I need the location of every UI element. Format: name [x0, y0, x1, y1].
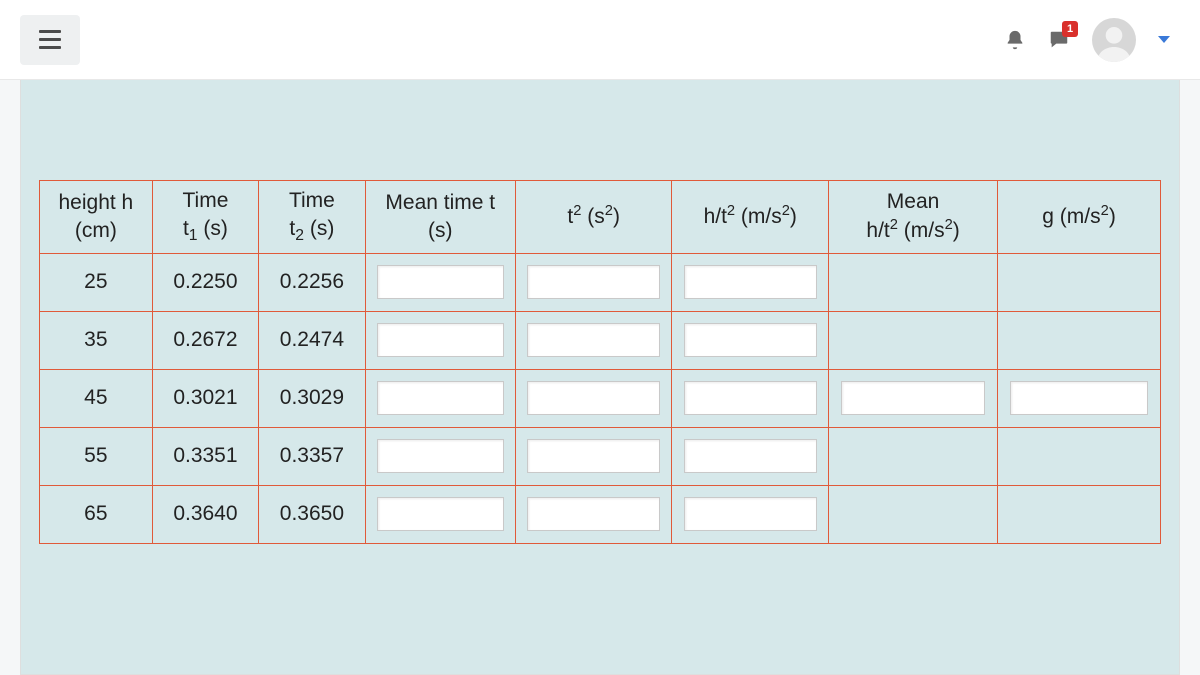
h-over-t2-cell — [672, 369, 829, 427]
mean-t-cell — [365, 311, 515, 369]
mean-t-input[interactable] — [377, 265, 504, 299]
cell-t1: 0.3351 — [152, 427, 258, 485]
cell-height: 65 — [40, 485, 153, 543]
mean-t-input[interactable] — [377, 381, 504, 415]
t-squared-cell — [515, 369, 672, 427]
g-cell — [998, 253, 1161, 311]
mean-t-cell — [365, 485, 515, 543]
content-wrap: height h(cm) Timet1 (s) Timet2 (s) Mean … — [0, 80, 1200, 675]
cell-t1: 0.3021 — [152, 369, 258, 427]
h-over-t2-cell — [672, 311, 829, 369]
cell-t2: 0.3357 — [259, 427, 365, 485]
mean-t-input[interactable] — [377, 439, 504, 473]
messages-button[interactable]: 1 — [1048, 29, 1070, 51]
mean-h-over-t2-cell — [829, 485, 998, 543]
mean-h-over-t2-input[interactable] — [841, 381, 985, 415]
cell-t2: 0.3029 — [259, 369, 365, 427]
topbar-right: 1 — [1004, 18, 1170, 62]
menu-button[interactable] — [20, 15, 80, 65]
h-over-t2-cell — [672, 485, 829, 543]
mean-t-cell — [365, 253, 515, 311]
g-cell — [998, 485, 1161, 543]
mean-h-over-t2-cell — [829, 369, 998, 427]
g-cell — [998, 369, 1161, 427]
cell-t2: 0.2474 — [259, 311, 365, 369]
table-header-row: height h(cm) Timet1 (s) Timet2 (s) Mean … — [40, 181, 1161, 254]
h-over-t2-cell — [672, 253, 829, 311]
mean-h-over-t2-cell — [829, 253, 998, 311]
t-squared-cell — [515, 485, 672, 543]
header-height: height h(cm) — [40, 181, 153, 254]
header-h-over-t2: h/t2 (m/s2) — [672, 181, 829, 254]
data-table: height h(cm) Timet1 (s) Timet2 (s) Mean … — [39, 180, 1161, 544]
mean-t-input[interactable] — [377, 497, 504, 531]
cell-height: 35 — [40, 311, 153, 369]
t-squared-cell — [515, 311, 672, 369]
t-squared-input[interactable] — [527, 381, 660, 415]
header-t-squared: t2 (s2) — [515, 181, 672, 254]
user-menu-caret[interactable] — [1158, 36, 1170, 43]
bell-icon — [1004, 29, 1026, 51]
header-mean-h-over-t2: Meanh/t2 (m/s2) — [829, 181, 998, 254]
t-squared-input[interactable] — [527, 323, 660, 357]
mean-h-over-t2-cell — [829, 311, 998, 369]
header-mean-t: Mean time t(s) — [365, 181, 515, 254]
h-over-t2-input[interactable] — [684, 323, 817, 357]
topbar: 1 — [0, 0, 1200, 80]
cell-height: 45 — [40, 369, 153, 427]
mean-h-over-t2-cell — [829, 427, 998, 485]
cell-t2: 0.3650 — [259, 485, 365, 543]
header-g: g (m/s2) — [998, 181, 1161, 254]
cell-height: 25 — [40, 253, 153, 311]
header-t2: Timet2 (s) — [259, 181, 365, 254]
t-squared-input[interactable] — [527, 265, 660, 299]
g-cell — [998, 427, 1161, 485]
t-squared-input[interactable] — [527, 497, 660, 531]
h-over-t2-input[interactable] — [684, 497, 817, 531]
mean-t-cell — [365, 427, 515, 485]
table-row: 550.33510.3357 — [40, 427, 1161, 485]
g-input[interactable] — [1010, 381, 1149, 415]
header-t1: Timet1 (s) — [152, 181, 258, 254]
t-squared-cell — [515, 253, 672, 311]
cell-t1: 0.2672 — [152, 311, 258, 369]
table-row: 650.36400.3650 — [40, 485, 1161, 543]
user-icon — [1094, 22, 1134, 62]
h-over-t2-input[interactable] — [684, 439, 817, 473]
hamburger-icon — [39, 30, 61, 49]
table-row: 250.22500.2256 — [40, 253, 1161, 311]
mean-t-cell — [365, 369, 515, 427]
cell-t2: 0.2256 — [259, 253, 365, 311]
t-squared-input[interactable] — [527, 439, 660, 473]
content-panel: height h(cm) Timet1 (s) Timet2 (s) Mean … — [20, 80, 1180, 675]
h-over-t2-input[interactable] — [684, 381, 817, 415]
table-row: 350.26720.2474 — [40, 311, 1161, 369]
table-row: 450.30210.3029 — [40, 369, 1161, 427]
cell-height: 55 — [40, 427, 153, 485]
mean-t-input[interactable] — [377, 323, 504, 357]
h-over-t2-cell — [672, 427, 829, 485]
avatar[interactable] — [1092, 18, 1136, 62]
notifications-button[interactable] — [1004, 29, 1026, 51]
t-squared-cell — [515, 427, 672, 485]
h-over-t2-input[interactable] — [684, 265, 817, 299]
cell-t1: 0.3640 — [152, 485, 258, 543]
notification-badge: 1 — [1062, 21, 1078, 37]
cell-t1: 0.2250 — [152, 253, 258, 311]
g-cell — [998, 311, 1161, 369]
